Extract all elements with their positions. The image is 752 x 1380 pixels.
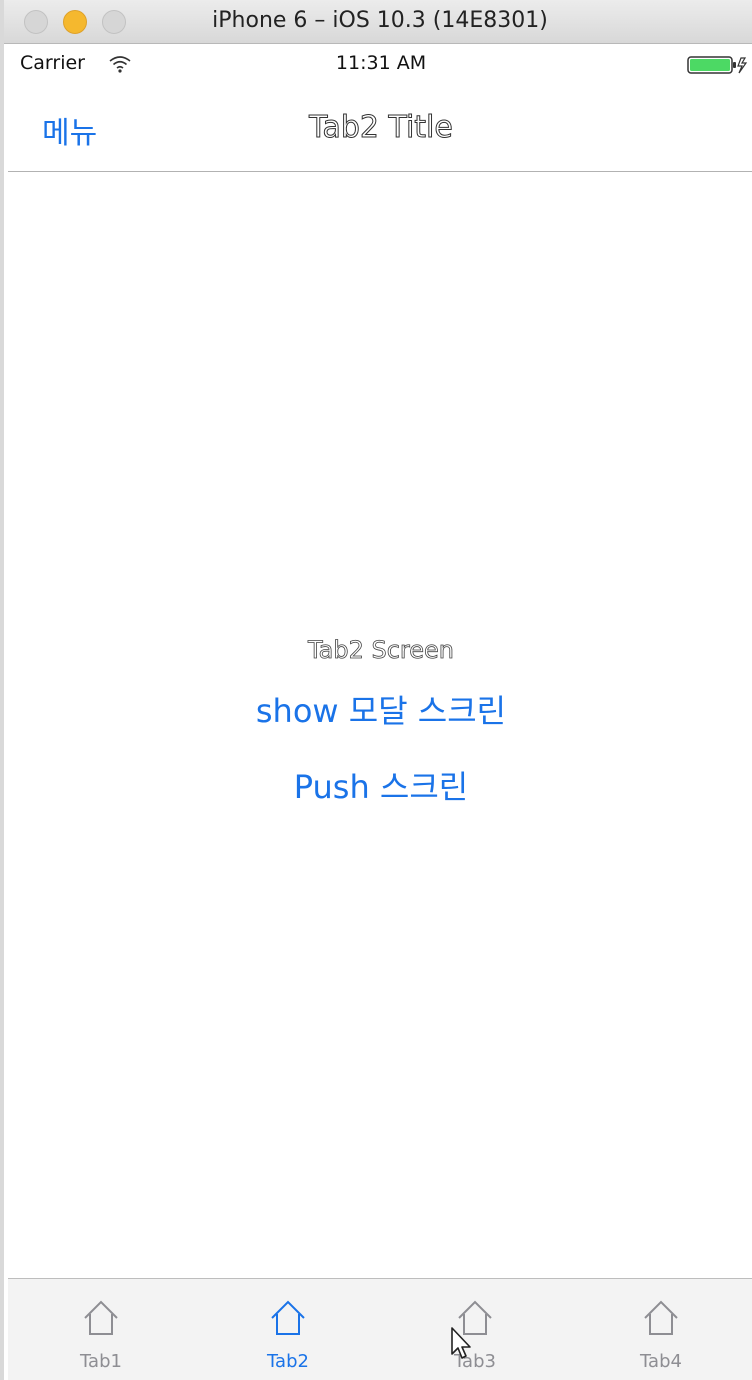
tab-bar: Tab1 Tab2 Tab3 Tab4 [8,1278,752,1380]
home-icon [644,1300,678,1335]
battery-icon [687,56,748,74]
simulator-window: iPhone 6 – iOS 10.3 (14E8301) Carrier 11… [0,0,752,1380]
status-time: 11:31 AM [335,52,427,74]
window-title: iPhone 6 – iOS 10.3 (14E8301) [212,8,548,33]
tab-tab4[interactable]: Tab4 [568,1279,752,1379]
home-icon [271,1300,305,1335]
tab-tab2[interactable]: Tab2 [195,1279,381,1379]
show-modal-button[interactable]: show 모달 스크린 [8,686,752,732]
tab2-screen: Tab2 Screen show 모달 스크린 Push 스크린 [8,172,752,1278]
status-bar: Carrier 11:31 AM [8,44,752,86]
tab-tab1[interactable]: Tab1 [8,1279,194,1379]
tab-tab3[interactable]: Tab3 [382,1279,568,1379]
mouse-cursor-icon [451,1327,471,1359]
navigation-bar: 메뉴 Tab2 Title [8,86,752,172]
push-screen-button[interactable]: Push 스크린 [8,762,752,808]
nav-title: Tab2 Title [309,110,454,146]
screen-label: Tab2 Screen [307,636,455,665]
tab-label: Tab4 [640,1351,682,1372]
home-icon [84,1300,118,1335]
window-title-bar: iPhone 6 – iOS 10.3 (14E8301) [4,0,752,44]
tab-label: Tab2 [267,1351,309,1372]
tab-label: Tab1 [80,1351,122,1372]
tab-label: Tab3 [454,1351,496,1372]
